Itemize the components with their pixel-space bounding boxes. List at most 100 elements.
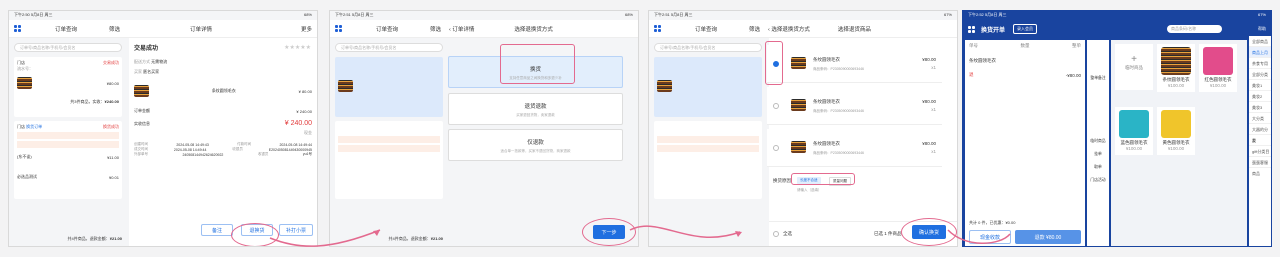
help-button[interactable]: 帮助 [1258, 26, 1266, 32]
product-image [1161, 47, 1191, 75]
total-amount: ¥240.00 [104, 99, 119, 104]
back-button[interactable]: ‹ 订单详情 [449, 25, 474, 33]
apps-grid-icon[interactable] [654, 25, 661, 32]
category-item[interactable]: 蛋蛋客服商品 [1249, 157, 1271, 176]
filter-button[interactable]: 筛选 [430, 25, 441, 33]
category-item[interactable]: gift分类目 [1249, 146, 1271, 157]
more-button[interactable]: 更多 [301, 25, 312, 33]
temp-product-tile[interactable]: + 临时商品 [1115, 44, 1153, 90]
order-list: 订单号/商品名称/手机号/会员名 [649, 38, 767, 246]
product-qty: x1 [931, 65, 936, 70]
buyer-row: 买家 匿名买家 [134, 69, 160, 74]
order-card-selected[interactable] [335, 57, 443, 117]
left-title: 订单查询 [376, 26, 399, 33]
category-item[interactable]: 发 [1249, 135, 1271, 146]
delivery-row: 配送方式 无需物流 [134, 59, 168, 64]
category-item[interactable]: 商品上月 [1249, 47, 1271, 58]
highlight-ellipse [582, 218, 636, 246]
status-bar: 下午2:51 5月8日 周三 68% [335, 12, 633, 17]
action-item[interactable]: 挂单 [1087, 152, 1109, 157]
search-input[interactable]: 订单号/商品名称/手机号/会员名 [654, 43, 762, 52]
status-battery: 68% [303, 12, 312, 17]
total-label: 共3件商品，实收： [70, 99, 105, 104]
left-title: 订单查询 [695, 26, 718, 33]
order-list: 订单号/商品名称/手机号/会员名 门店 交易成功 流水号： ¥80.00 共3件商… [9, 38, 127, 246]
action-item[interactable]: 取单 [1087, 165, 1109, 170]
screen-exchange-pos: 下午2:52 5月8日 周三 67% 换货开单 录入会员 商品条码/名称 帮助 单… [962, 10, 1272, 247]
order-card-selected[interactable] [654, 57, 762, 117]
store-label: 门店 [17, 124, 25, 129]
product-code: 商品条码：P2305090000693446 [813, 67, 864, 71]
product-price: ¥80.00 [106, 80, 119, 86]
product-qty: x1 [931, 107, 936, 112]
apps-grid-icon[interactable] [335, 25, 342, 32]
remark-input[interactable]: 请输入（选填） [797, 188, 822, 193]
order-card[interactable] [654, 121, 762, 199]
filter-button[interactable]: 筛选 [749, 25, 760, 33]
product-row[interactable]: 条纹圆领毛衣 商品条码：P2305090000693446 ¥80.00 x1 [767, 87, 942, 125]
zhang-label: (东不谈) [17, 154, 32, 159]
back-button[interactable]: ‹ 选择退换货方式 [768, 25, 810, 33]
action-item[interactable]: 临时商品 [1087, 139, 1109, 144]
product-name: 条纹圆领毛衣 [813, 99, 840, 104]
order-card[interactable]: 门店 换货订单 换货成功 (东不谈) ¥11.00 必选品测试 ¥0.01 [14, 121, 122, 199]
checkbox[interactable] [773, 145, 779, 151]
return-refund-option[interactable]: 退货退款 买家退回货物，卖家退款 [448, 93, 623, 125]
search-input[interactable]: 订单号/商品名称/手机号/会员名 [14, 43, 122, 52]
title-bar: 换货开单 录入会员 商品条码/名称 帮助 [963, 20, 1271, 38]
category-item[interactable]: 大分类 [1249, 113, 1271, 124]
product-image [1203, 47, 1233, 75]
refund-button[interactable]: 退款 ¥80.00 [1015, 230, 1081, 244]
category-item[interactable]: 美妆2 [1249, 91, 1271, 102]
title-bar: 订单查询 筛选 ‹ 选择退换货方式 选择退货商品 [649, 20, 957, 38]
search-input[interactable]: 订单号/商品名称/手机号/会员名 [335, 43, 443, 52]
paid-row: 实收信息 ¥ 240.00 [134, 120, 312, 127]
checkbox[interactable] [773, 103, 779, 109]
summary: 共计 0 件，已优惠：¥0.00 [969, 220, 1016, 225]
order-card[interactable] [335, 121, 443, 199]
info-row: 外部单号 240508144942624620922 收银员 yu1号 [134, 152, 312, 157]
return-refund-desc: 买家退回货物，卖家退款 [516, 113, 555, 117]
detail-product-row: 条纹圆领毛衣 ¥ 80.00 [129, 77, 317, 105]
category-item[interactable]: 全部商品 [1249, 36, 1271, 47]
product-price: ¥80.00 [922, 99, 936, 104]
category-item[interactable]: 全部分类 [1249, 69, 1271, 80]
cash-button[interactable]: 现金收款 [969, 230, 1011, 244]
rating-stars: ★★★★★ [284, 45, 311, 51]
title-bar: 订单查询 筛选 订单详情 更多 [9, 20, 317, 38]
reprint-button[interactable]: 补打小票 [279, 224, 313, 236]
filter-button[interactable]: 筛选 [109, 25, 120, 33]
highlight-ellipse [231, 223, 279, 246]
product-price: ¥0.01 [108, 174, 119, 180]
category-item[interactable]: 美妆1 [1249, 80, 1271, 91]
refund-only-option[interactable]: 仅退款 适合单一抵款等，买家不退回货物，商家退款 [448, 129, 623, 161]
category-item[interactable]: 美妆3 [1249, 102, 1271, 113]
product-price: ¥80.00 [922, 57, 936, 62]
status-time: 下午2:50 5月8日 周三 [14, 12, 53, 17]
product-tile[interactable]: 条纹圆领毛衣 ¥100.00 [1157, 44, 1195, 92]
remark-button[interactable]: 备注 [201, 224, 233, 236]
select-all-checkbox[interactable] [773, 231, 779, 237]
action-item[interactable]: 门店活动 [1087, 178, 1109, 183]
flow-canvas: 下午2:50 5月8日 周三 68% 订单查询 筛选 订单详情 更多 订单号/商品… [0, 0, 1280, 257]
search-input[interactable]: 商品条码/名称 [1167, 25, 1223, 33]
cart-item[interactable]: 条纹圆领毛衣 退 -¥80.00 [965, 52, 1085, 84]
apps-grid-icon[interactable] [968, 25, 975, 33]
product-row[interactable]: 条纹圆领毛衣 商品条码：P2305090000693446 ¥80.00 x1 [767, 45, 942, 83]
product-row[interactable]: 条纹圆领毛衣 商品条码：P2305090000693446 ¥80.00 x1 [767, 129, 942, 167]
category-item[interactable]: 茶食专用 [1249, 58, 1271, 69]
member-button[interactable]: 录入会员 [1013, 24, 1038, 34]
order-card[interactable]: 门店 交易成功 流水号： ¥80.00 共3件商品，实收：¥240.00 [14, 57, 122, 117]
test-label: 必选品测试 [17, 174, 37, 179]
apps-grid-icon[interactable] [14, 25, 21, 32]
amount-row: 订单金额 ¥ 240.00 [134, 108, 312, 114]
product-tile[interactable]: 黄色圆领毛衣 ¥100.00 [1157, 107, 1195, 155]
action-item[interactable]: 整单备注 [1087, 76, 1109, 81]
product-image [1119, 110, 1149, 138]
order-detail-panel: 交易成功 ★★★★★ 配送方式 无需物流 买家 匿名买家 条纹圆领毛衣 ¥ 80.… [129, 38, 317, 246]
product-tile[interactable]: 蓝色圆领毛衣 ¥100.00 [1115, 107, 1153, 155]
page-title: 选择退换货方式 [514, 26, 553, 33]
category-item[interactable]: 大器的分类 [1249, 124, 1271, 143]
product-tile[interactable]: 红色圆领毛衣 ¥100.00 [1199, 44, 1237, 92]
screen-return-method: 下午2:51 5月8日 周三 68% 订单查询 筛选 ‹ 订单详情 选择退换货方式… [329, 10, 639, 247]
